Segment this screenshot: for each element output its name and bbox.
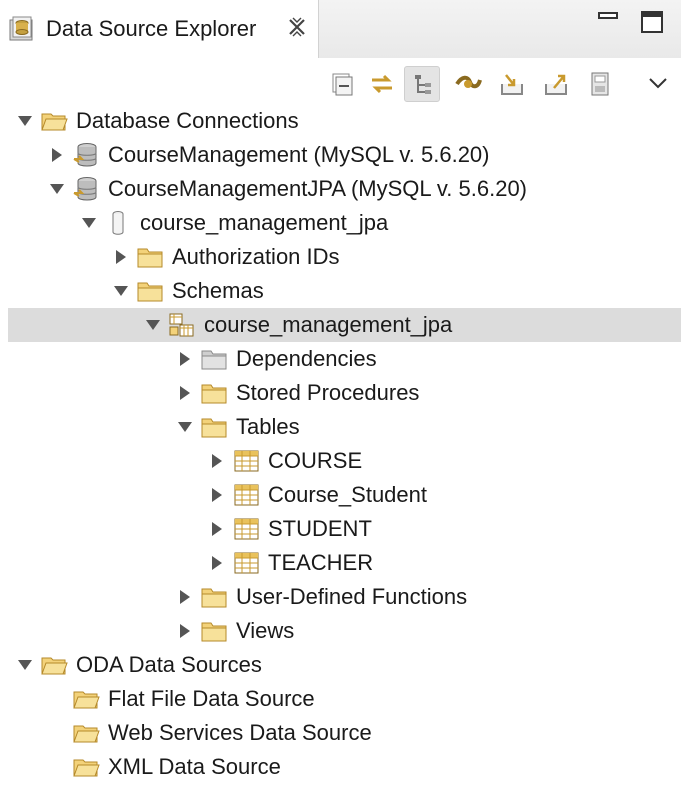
tree-item-course-management[interactable]: CourseManagement (MySQL v. 5.6.20) <box>8 138 681 172</box>
table-icon <box>232 481 260 509</box>
tree-label: Flat File Data Source <box>108 686 315 711</box>
collapsed-arrow-icon[interactable] <box>176 622 194 640</box>
tree-item-schemas[interactable]: Schemas <box>8 274 681 308</box>
expanded-arrow-icon[interactable] <box>16 656 34 674</box>
tree-item-dependencies[interactable]: Dependencies <box>8 342 681 376</box>
show-hierarchy-icon[interactable] <box>404 66 440 102</box>
tree-label: User-Defined Functions <box>236 584 468 609</box>
open-folder-icon <box>72 685 100 713</box>
collapsed-arrow-icon[interactable] <box>176 588 194 606</box>
link-with-editor-icon[interactable] <box>364 66 400 102</box>
tree-item-flat-file-data-source[interactable]: Flat File Data Source <box>8 682 681 716</box>
tab-data-source-explorer[interactable]: Data Source Explorer <box>0 0 319 58</box>
import-icon[interactable] <box>494 66 530 102</box>
folder-icon <box>200 583 228 611</box>
table-icon <box>232 515 260 543</box>
folder-icon <box>200 413 228 441</box>
tree-item-views[interactable]: Views <box>8 614 681 648</box>
tree-label: STUDENT <box>268 516 372 541</box>
tree-item-database[interactable]: course_management_jpa <box>8 206 681 240</box>
data-source-tree: Database Connections CourseManagement (M… <box>0 104 681 793</box>
tree-label: Course_Student <box>268 482 427 507</box>
expanded-arrow-icon[interactable] <box>112 282 130 300</box>
save-icon[interactable] <box>582 66 618 102</box>
maximize-icon[interactable] <box>640 10 664 34</box>
view-tab-bar: Data Source Explorer <box>0 0 681 58</box>
open-folder-icon <box>72 753 100 781</box>
table-icon <box>232 447 260 475</box>
gray-folder-icon <box>200 345 228 373</box>
expanded-arrow-icon[interactable] <box>144 316 162 334</box>
export-icon[interactable] <box>538 66 574 102</box>
tree-label: CourseManagement (MySQL v. 5.6.20) <box>108 142 490 167</box>
tree-label: Schemas <box>172 278 264 303</box>
schema-icon <box>168 311 196 339</box>
tree-label: XML Data Source <box>108 754 281 779</box>
collapsed-arrow-icon[interactable] <box>208 520 226 538</box>
tree-item-xml-data-source[interactable]: XML Data Source <box>8 750 681 784</box>
tree-item-schema-selected[interactable]: course_management_jpa <box>8 308 681 342</box>
tree-label: COURSE <box>268 448 363 473</box>
folder-icon <box>136 243 164 271</box>
data-source-explorer-icon <box>8 14 38 44</box>
view-menu-icon[interactable] <box>644 70 672 98</box>
collapse-all-icon[interactable] <box>324 66 360 102</box>
tree-item-stored-procedures[interactable]: Stored Procedures <box>8 376 681 410</box>
collapsed-arrow-icon[interactable] <box>112 248 130 266</box>
collapsed-arrow-icon[interactable] <box>208 486 226 504</box>
collapsed-arrow-icon[interactable] <box>176 384 194 402</box>
tree-label: Authorization IDs <box>172 244 340 269</box>
tree-label: Web Services Data Source <box>108 720 372 745</box>
tree-label: Views <box>236 618 295 643</box>
database-icon <box>104 209 132 237</box>
close-icon[interactable] <box>284 14 310 40</box>
connect-icon[interactable] <box>450 66 486 102</box>
tree-label: course_management_jpa <box>140 210 389 235</box>
tab-title: Data Source Explorer <box>46 16 257 41</box>
view-toolbar <box>0 58 681 104</box>
tree-item-table-student[interactable]: STUDENT <box>8 512 681 546</box>
tree-item-database-connections[interactable]: Database Connections <box>8 104 681 138</box>
expanded-arrow-icon[interactable] <box>16 112 34 130</box>
collapsed-arrow-icon[interactable] <box>176 350 194 368</box>
tree-item-course-management-jpa[interactable]: CourseManagementJPA (MySQL v. 5.6.20) <box>8 172 681 206</box>
tree-item-web-services-data-source[interactable]: Web Services Data Source <box>8 716 681 750</box>
tree-item-table-teacher[interactable]: TEACHER <box>8 546 681 580</box>
tree-label: TEACHER <box>268 550 374 575</box>
open-folder-icon <box>40 107 68 135</box>
tree-label: Stored Procedures <box>236 380 420 405</box>
folder-icon <box>200 379 228 407</box>
tree-item-oda-data-sources[interactable]: ODA Data Sources <box>8 648 681 682</box>
database-connection-icon <box>72 141 100 169</box>
database-connection-icon <box>72 175 100 203</box>
folder-icon <box>200 617 228 645</box>
expanded-arrow-icon[interactable] <box>176 418 194 436</box>
tree-item-table-course[interactable]: COURSE <box>8 444 681 478</box>
tree-label: CourseManagementJPA (MySQL v. 5.6.20) <box>108 176 527 201</box>
tree-label: Database Connections <box>76 108 299 133</box>
tree-label: Tables <box>236 414 300 439</box>
tree-item-table-course-student[interactable]: Course_Student <box>8 478 681 512</box>
tree-label: Dependencies <box>236 346 377 371</box>
tree-item-authorization-ids[interactable]: Authorization IDs <box>8 240 681 274</box>
folder-icon <box>136 277 164 305</box>
open-folder-icon <box>72 719 100 747</box>
collapsed-arrow-icon[interactable] <box>208 554 226 572</box>
minimize-icon[interactable] <box>596 10 620 34</box>
expanded-arrow-icon[interactable] <box>80 214 98 232</box>
collapsed-arrow-icon[interactable] <box>208 452 226 470</box>
expanded-arrow-icon[interactable] <box>48 180 66 198</box>
tree-label: course_management_jpa <box>204 312 453 337</box>
tree-label: ODA Data Sources <box>76 652 262 677</box>
tree-item-user-defined-functions[interactable]: User-Defined Functions <box>8 580 681 614</box>
tree-item-tables[interactable]: Tables <box>8 410 681 444</box>
table-icon <box>232 549 260 577</box>
open-folder-icon <box>40 651 68 679</box>
collapsed-arrow-icon[interactable] <box>48 146 66 164</box>
